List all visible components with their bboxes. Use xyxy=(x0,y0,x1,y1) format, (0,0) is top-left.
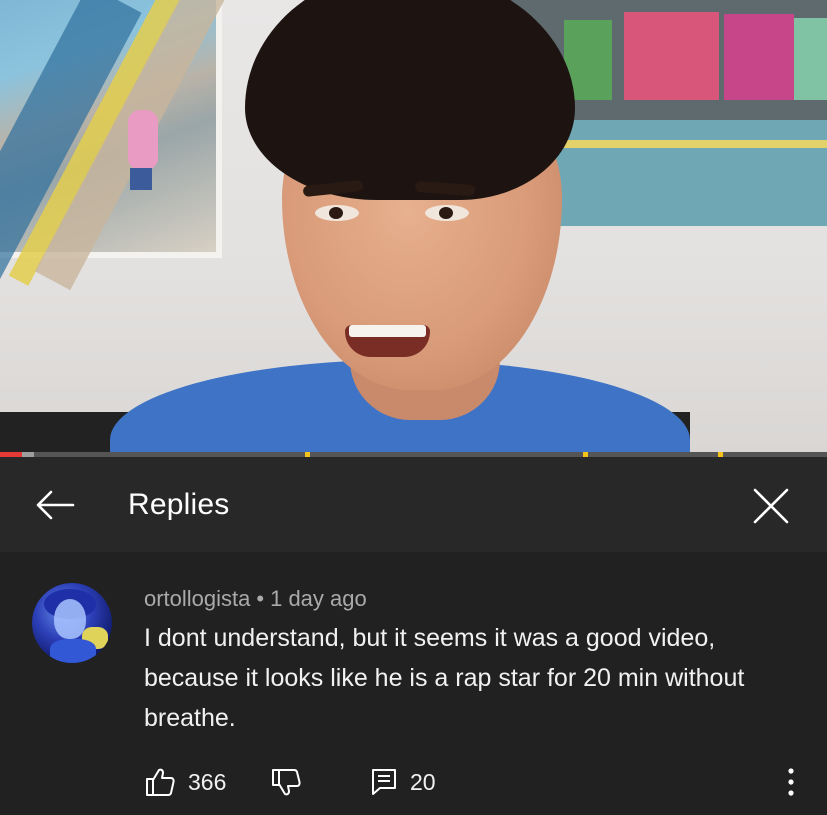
close-icon xyxy=(753,488,789,524)
comment-meta: ortollogista • 1 day ago xyxy=(144,585,367,613)
left-eye xyxy=(315,205,359,221)
reply-count: 20 xyxy=(410,768,436,795)
reply-button[interactable]: 20 xyxy=(370,764,436,800)
comment-item: ortollogista • 1 day ago I dont understand… xyxy=(0,552,827,815)
arrow-left-icon xyxy=(36,490,75,520)
comment-author[interactable]: ortollogista xyxy=(144,586,250,611)
replies-header: Replies xyxy=(0,457,827,552)
thumbs-down-icon xyxy=(272,769,301,796)
like-count: 366 xyxy=(188,768,227,795)
more-options-button[interactable] xyxy=(776,764,806,800)
meta-separator: • xyxy=(256,586,265,611)
right-eye xyxy=(425,205,469,221)
close-button[interactable] xyxy=(748,483,794,529)
thumbs-up-icon xyxy=(146,768,175,796)
page-title: Replies xyxy=(128,488,230,521)
comment-actions: 366 20 xyxy=(144,764,824,800)
comment-time: 1 day ago xyxy=(270,586,367,611)
more-vertical-icon xyxy=(788,768,794,796)
comment-text: I dont understand, but it seems it was a… xyxy=(144,624,745,732)
person-hair xyxy=(245,0,575,200)
comment-icon xyxy=(372,769,396,795)
wall-painting-left xyxy=(0,0,226,296)
video-player[interactable] xyxy=(0,0,827,455)
dislike-button[interactable] xyxy=(270,764,302,800)
mouth xyxy=(345,325,430,357)
back-button[interactable] xyxy=(30,485,80,525)
avatar[interactable] xyxy=(32,583,112,663)
like-button[interactable]: 366 xyxy=(144,764,226,800)
